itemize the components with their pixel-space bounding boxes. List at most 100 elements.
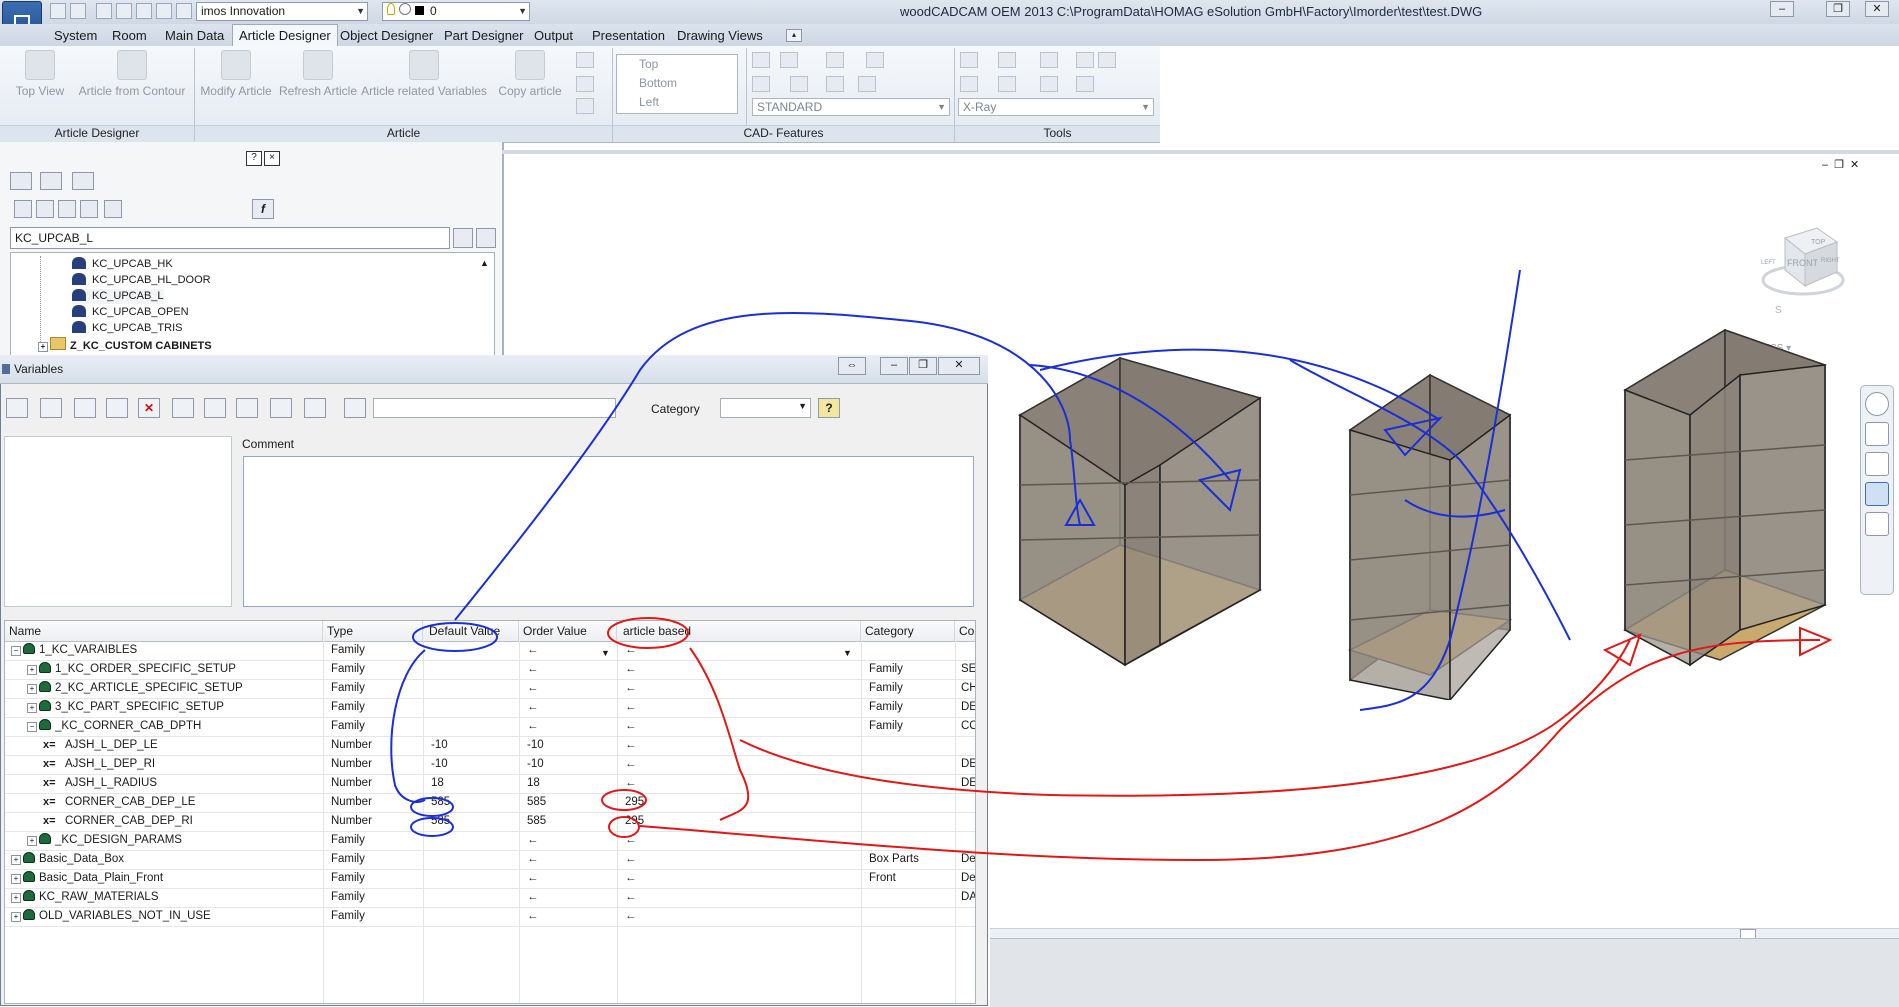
cell-name-wrapper[interactable]: + Basic_Data_Box [11, 850, 323, 869]
column-header-category[interactable]: Category [861, 621, 955, 641]
cell-category[interactable] [869, 812, 953, 831]
cell-order-value[interactable]: ← [527, 869, 615, 888]
cell-order-value[interactable]: ← [527, 660, 615, 679]
tree-item[interactable]: KC_UPCAB_TRIS [72, 321, 182, 336]
measure-tool-icon[interactable] [826, 76, 844, 92]
function-button[interactable]: f [252, 199, 274, 219]
tree-item-selected[interactable]: KC_UPCAB_L [72, 289, 164, 304]
open-folder-icon[interactable] [40, 398, 62, 418]
cell-name-wrapper[interactable]: +1_KC_ORDER_SPECIFIC_SETUP [27, 660, 323, 679]
save-variables-icon[interactable] [6, 398, 28, 418]
corner-cabinet-model-1[interactable] [1017, 356, 1262, 667]
pan-hand-icon[interactable] [1865, 422, 1889, 446]
table-row[interactable]: + _KC_DESIGN_PARAMS Family ← ← [5, 831, 975, 851]
chevron-down-icon[interactable]: ▼ [843, 648, 852, 658]
cell-article-based[interactable]: ← [625, 679, 855, 698]
expand-icon[interactable]: + [38, 342, 48, 352]
table-row[interactable]: +1_KC_ORDER_SPECIFIC_SETUP Family ← ← Family… [5, 660, 975, 680]
category-select[interactable]: ▼ [720, 398, 811, 418]
cell-comment[interactable]: DEFI [961, 698, 975, 717]
view-left[interactable]: Left [617, 93, 737, 112]
arrange-tool-icon[interactable] [1076, 52, 1094, 68]
cell-default-value[interactable] [431, 907, 517, 926]
layout-tool-icon[interactable] [1040, 52, 1058, 68]
cell-name-wrapper[interactable]: x= AJSH_L_DEP_LE [43, 736, 323, 755]
close-icon[interactable]: ✕ [1865, 1, 1889, 17]
cell-comment[interactable] [961, 812, 975, 831]
table-tool-icon[interactable] [998, 76, 1016, 92]
cell-category[interactable]: Family [869, 698, 953, 717]
cell-comment[interactable]: Defir [961, 869, 975, 888]
corner-cabinet-model-2[interactable] [1348, 373, 1513, 700]
new-variable-icon[interactable] [106, 398, 128, 418]
scroll-up-icon[interactable]: ▲ [480, 258, 489, 268]
column-header-type[interactable]: Type [323, 621, 423, 641]
cell-default-value[interactable] [431, 679, 517, 698]
cell-type[interactable]: Number [331, 736, 421, 755]
tab-main-data[interactable]: Main Data [159, 26, 230, 45]
save-icon[interactable] [96, 3, 112, 19]
cell-category[interactable]: Family [869, 717, 953, 736]
open-file-icon[interactable] [70, 3, 86, 19]
cell-article-based[interactable]: ← [625, 850, 855, 869]
layer-select[interactable]: 0 ▼ [382, 2, 530, 21]
select-tool-icon[interactable] [960, 76, 978, 92]
cad-tool-icon[interactable] [576, 76, 594, 92]
cell-article-based[interactable]: ← [625, 698, 855, 717]
cell-type[interactable]: Number [331, 774, 421, 793]
cut-icon[interactable] [236, 398, 258, 418]
cell-comment[interactable] [961, 736, 975, 755]
variable-search-input[interactable] [373, 398, 616, 418]
new-file-icon[interactable] [50, 3, 66, 19]
cell-category[interactable]: Family [869, 660, 953, 679]
cell-comment[interactable] [961, 907, 975, 926]
view-top[interactable]: Top [617, 55, 737, 74]
top-view-button[interactable]: Top View [10, 50, 70, 98]
cell-comment[interactable] [961, 793, 975, 812]
expand-icon[interactable]: + [11, 855, 21, 865]
cell-article-based[interactable]: ← [625, 717, 855, 736]
tree-filter-input[interactable]: KC_UPCAB_L [10, 227, 450, 249]
cell-type[interactable]: Family [331, 869, 421, 888]
cell-name-wrapper[interactable]: +3_KC_PART_SPECIFIC_SETUP [27, 698, 323, 717]
expand-icon[interactable]: + [27, 665, 37, 675]
cell-comment[interactable]: SET [961, 660, 975, 679]
cell-name-wrapper[interactable]: x= AJSH_L_RADIUS [43, 774, 323, 793]
link-icon[interactable] [304, 398, 326, 418]
cell-order-value[interactable]: -10 [527, 755, 615, 774]
cell-article-based[interactable]: ← [625, 888, 855, 907]
workspace-select[interactable]: imos Innovation ▼ [196, 2, 368, 21]
cell-default-value[interactable] [431, 698, 517, 717]
cell-category[interactable]: Box Parts [869, 850, 953, 869]
refresh-icon[interactable] [74, 398, 96, 418]
collapse-icon[interactable]: − [27, 722, 37, 732]
cell-order-value[interactable]: ← [527, 850, 615, 869]
article-from-contour-button[interactable]: Article from Contour [74, 50, 190, 98]
cell-article-based[interactable]: 295 [625, 793, 855, 812]
tab-part-designer[interactable]: Part Designer [438, 26, 529, 45]
print-icon[interactable] [136, 3, 152, 19]
zoom-extents-icon[interactable] [1865, 452, 1889, 476]
table-row[interactable]: +2_KC_ARTICLE_SPECIFIC_SETUP Family ← ← Fami… [5, 679, 975, 699]
column-header-name[interactable]: Name [5, 621, 323, 641]
maximize-icon[interactable]: ❐ [909, 357, 937, 375]
column-header-order-value[interactable]: Order Value [519, 621, 617, 641]
cell-default-value[interactable]: 18 [431, 774, 517, 793]
table-row[interactable]: x= CORNER_CAB_DEP_RI Number 585 585 295 [5, 812, 975, 832]
cell-category[interactable] [869, 736, 953, 755]
cell-order-value[interactable]: ← [527, 717, 615, 736]
corner-cabinet-model-3[interactable] [1623, 328, 1827, 667]
cell-type[interactable]: Number [331, 812, 421, 831]
cell-comment[interactable]: CHA [961, 679, 975, 698]
tree-item[interactable]: KC_UPCAB_OPEN [72, 305, 189, 320]
settings-icon[interactable] [156, 3, 172, 19]
cell-default-value[interactable]: -10 [431, 736, 517, 755]
line-tool-icon[interactable] [752, 52, 770, 68]
cell-default-value[interactable] [431, 850, 517, 869]
cell-name-wrapper[interactable]: + _KC_DESIGN_PARAMS [27, 831, 323, 850]
table-row[interactable]: + Basic_Data_Box Family ← ← Box Parts Defir [5, 850, 975, 870]
cell-type[interactable]: Family [331, 888, 421, 907]
dimension-tool-icon[interactable] [826, 52, 844, 68]
cell-order-value[interactable]: ← [527, 907, 615, 926]
cell-order-value[interactable]: ← [527, 698, 615, 717]
